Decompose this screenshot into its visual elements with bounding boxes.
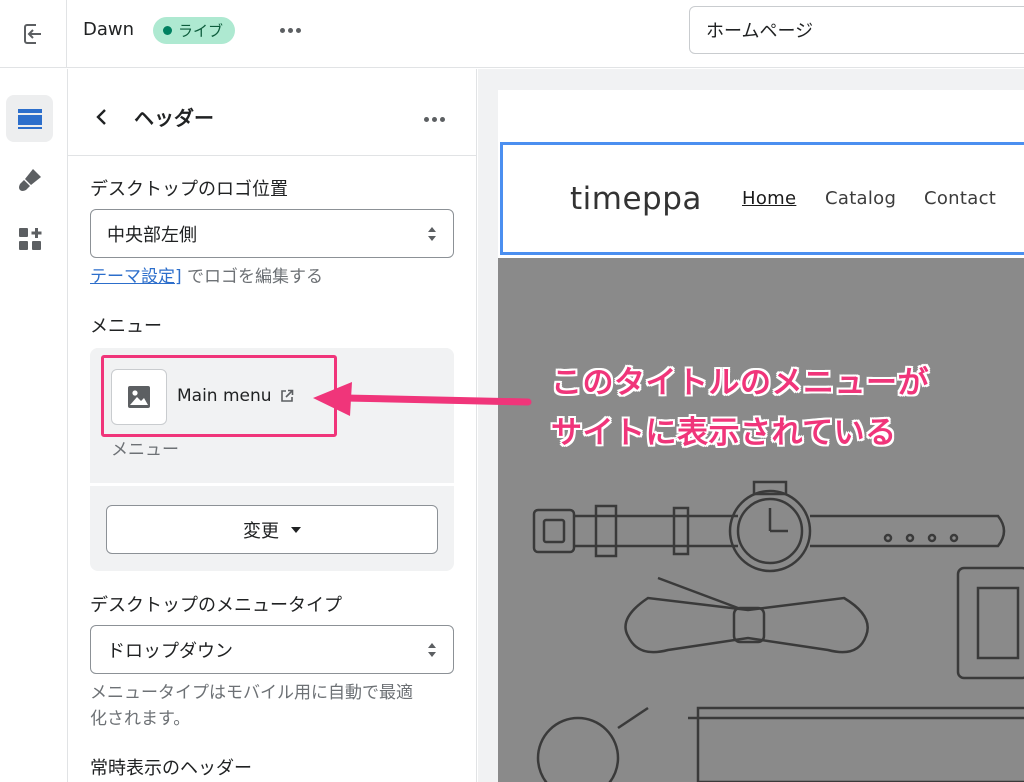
panel-header: ヘッダー — [68, 69, 476, 156]
nav-link-catalog[interactable]: Catalog — [825, 187, 896, 211]
logo-position-value: 中央部左側 — [107, 224, 197, 246]
more-icon — [423, 116, 429, 122]
settings-panel: ヘッダー デスクトップのロゴ位置 中央部左側 テーマ設定] でロゴを編集する メ… — [68, 69, 477, 782]
live-dot-icon — [163, 26, 172, 35]
menu-type-help-line1: メニュータイプはモバイル用に自動で最適 — [90, 683, 413, 703]
selected-menu-link[interactable]: Main menu — [177, 385, 294, 407]
menu-picker-card: Main menu メニュー 変更 — [90, 348, 454, 571]
nav-link-home[interactable]: Home — [742, 187, 796, 211]
top-bar: Dawn ライブ ホームページ — [0, 0, 1024, 68]
hero-illustration — [532, 480, 1024, 782]
annotation-line-1: このタイトルのメニューが — [551, 365, 929, 401]
back-button[interactable] — [90, 105, 114, 129]
logo-help-suffix: でロゴを編集する — [181, 267, 324, 287]
change-menu-button[interactable]: 変更 — [106, 505, 438, 554]
site-logo[interactable]: timeppa — [570, 179, 702, 219]
more-icon — [279, 27, 285, 33]
rail-item-theme-settings[interactable] — [6, 156, 53, 203]
menu-type-label: デスクトップのメニュータイプ — [90, 595, 342, 616]
selected-menu-name: Main menu — [177, 386, 272, 406]
panel-title: ヘッダー — [134, 106, 214, 130]
caret-down-icon — [291, 526, 301, 533]
more-icon-dot — [431, 116, 437, 122]
more-icon-dot — [287, 27, 293, 33]
selected-menu-type: メニュー — [111, 440, 179, 460]
page-select[interactable]: ホームページ — [689, 6, 1024, 54]
apps-icon — [18, 227, 41, 250]
preview-header-section[interactable]: timeppa Home Catalog Contact — [500, 142, 1024, 255]
menu-thumbnail — [111, 369, 167, 425]
more-icon-dot — [295, 27, 301, 33]
exit-icon — [24, 24, 42, 44]
nav-link-contact[interactable]: Contact — [924, 187, 996, 211]
logo-help-text: テーマ設定] でロゴを編集する — [90, 264, 323, 290]
theme-settings-link[interactable]: テーマ設定] — [90, 267, 182, 287]
status-badge: ライブ — [153, 17, 236, 44]
select-arrows-icon — [428, 643, 436, 657]
back-chevron-icon — [96, 109, 106, 125]
theme-more-button[interactable] — [275, 18, 305, 42]
exit-button[interactable] — [0, 0, 67, 68]
annotation-text: このタイトルのメニューが サイトに表示されている — [551, 358, 929, 458]
menu-label: メニュー — [90, 316, 162, 337]
logo-position-label: デスクトップのロゴ位置 — [90, 179, 288, 200]
section-more-button[interactable] — [419, 107, 449, 131]
sections-icon — [17, 108, 42, 129]
rail-item-apps[interactable] — [6, 215, 53, 262]
external-link-icon — [280, 389, 293, 402]
image-icon — [128, 386, 150, 408]
more-icon-dot — [439, 116, 445, 122]
menu-type-value: ドロップダウン — [107, 640, 233, 662]
menu-selected-area: Main menu メニュー — [90, 348, 454, 486]
annotation-line-2: サイトに表示されている — [551, 415, 897, 451]
theme-name: Dawn — [83, 19, 135, 40]
change-button-label: 変更 — [243, 520, 279, 542]
status-badge-label: ライブ — [178, 22, 224, 40]
menu-type-select[interactable]: ドロップダウン — [90, 625, 454, 674]
logo-position-select[interactable]: 中央部左側 — [90, 209, 454, 258]
rail-item-sections[interactable] — [6, 95, 53, 142]
menu-type-help-line2: 化されます。 — [90, 709, 191, 729]
icon-rail — [0, 69, 68, 782]
hero-image — [498, 258, 1024, 782]
sticky-header-label: 常時表示のヘッダー — [90, 758, 252, 779]
theme-settings-icon — [18, 168, 41, 191]
select-arrows-icon — [428, 227, 436, 241]
